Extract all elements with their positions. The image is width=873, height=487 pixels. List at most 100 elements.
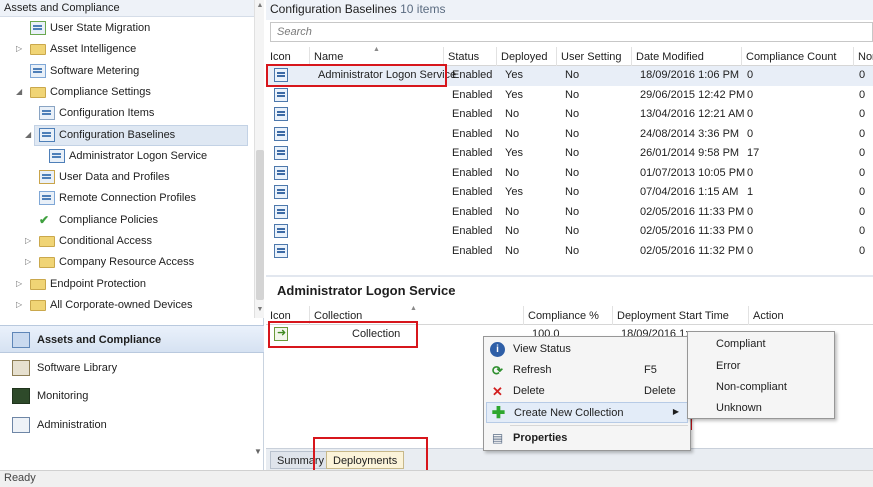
- table-row[interactable]: Enabled No No 02/05/2016 11:33 PM 0 0: [266, 222, 873, 242]
- cell-date: 07/04/2016 1:15 AM: [640, 186, 739, 198]
- table-row[interactable]: Enabled Yes No 07/04/2016 1:15 AM 1 0: [266, 183, 873, 203]
- menu-item-view-status[interactable]: i View Status: [486, 339, 688, 360]
- cell-deployed: No: [505, 244, 520, 257]
- folder-icon: [30, 278, 46, 290]
- refresh-shortcut: F5: [644, 364, 657, 376]
- details-column-action[interactable]: Action: [749, 306, 873, 325]
- cell-non: 0: [859, 225, 866, 237]
- nav-scrollbar[interactable]: ▲ ▼: [254, 0, 264, 318]
- cell-status: Enabled: [452, 186, 493, 198]
- cell-user-setting: No: [565, 225, 580, 237]
- table-row[interactable]: Enabled Yes No 29/06/2015 12:42 PM 0 0: [266, 86, 873, 106]
- table-row[interactable]: Enabled No No 24/08/2014 3:36 PM 0 0: [266, 125, 873, 145]
- tree-item[interactable]: ◢ Compliance Settings: [0, 82, 254, 103]
- menu-item-create-new-collection[interactable]: ✚ Create New Collection ▶: [486, 402, 688, 423]
- column-non-compliance[interactable]: Non: [854, 47, 873, 66]
- details-column-icon[interactable]: Icon: [266, 306, 310, 325]
- cell-name: Administrator Logon Service: [318, 69, 457, 81]
- workspace-monitoring[interactable]: Monitoring: [0, 382, 264, 410]
- expand-arrow-icon[interactable]: ▷: [16, 300, 23, 309]
- tree-item[interactable]: ▷ Conditional Access: [0, 231, 254, 252]
- cell-non: 0: [859, 147, 866, 159]
- cell-deployed: Yes: [505, 147, 523, 159]
- collapse-arrow-icon[interactable]: ◢: [25, 130, 32, 139]
- column-status[interactable]: Status: [444, 47, 497, 66]
- tree-item[interactable]: ✔ Compliance Policies: [0, 210, 254, 231]
- tree-item[interactable]: Remote Connection Profiles: [0, 188, 254, 209]
- scroll-down-icon[interactable]: ▼: [256, 306, 264, 313]
- table-row[interactable]: Enabled Yes No 26/01/2014 9:58 PM 17 0: [266, 144, 873, 164]
- submenu-item-non-compliant[interactable]: Non-compliant: [716, 381, 787, 393]
- deployment-collection: Collection: [352, 328, 401, 340]
- table-row[interactable]: Enabled No No 02/05/2016 11:32 PM 0 0: [266, 242, 873, 262]
- submenu-item-error[interactable]: Error: [716, 360, 740, 372]
- tree-item[interactable]: Administrator Logon Service: [0, 146, 254, 167]
- submenu-item-compliant[interactable]: Compliant: [716, 338, 766, 350]
- search-input[interactable]: [270, 22, 873, 42]
- menu-item-properties[interactable]: ▤ Properties: [486, 428, 688, 449]
- column-user-setting[interactable]: User Setting: [557, 47, 632, 66]
- tree-item-label: Asset Intelligence: [50, 43, 137, 56]
- cell-user-setting: No: [565, 244, 580, 257]
- baseline-icon: [274, 185, 288, 199]
- scroll-thumb[interactable]: [256, 150, 264, 300]
- baseline-icon: [274, 126, 288, 141]
- tree-item-label: Configuration Baselines: [59, 128, 176, 141]
- scroll-up-icon[interactable]: ▲: [256, 2, 264, 9]
- tab-summary[interactable]: Summary: [270, 451, 332, 469]
- menu-item-refresh[interactable]: ⟳ Refresh F5: [486, 360, 688, 381]
- cell-deployed: No: [505, 205, 520, 218]
- expand-arrow-icon[interactable]: ▷: [25, 258, 32, 266]
- column-date-modified[interactable]: Date Modified: [632, 47, 742, 66]
- administration-icon: [12, 416, 30, 433]
- tree-item[interactable]: User State Migration: [0, 18, 254, 39]
- workspace-assets-and-compliance[interactable]: Assets and Compliance: [0, 325, 264, 353]
- cell-status: Enabled: [452, 108, 493, 120]
- submenu-item-unknown[interactable]: Unknown: [716, 402, 762, 414]
- details-column-compliance[interactable]: Compliance %: [524, 306, 613, 325]
- workspace-administration[interactable]: Administration: [0, 411, 264, 439]
- table-row[interactable]: Enabled No No 02/05/2016 11:33 PM 0 0: [266, 203, 873, 223]
- tree-item[interactable]: ◢ Configuration Baselines: [0, 124, 254, 146]
- tab-deployments[interactable]: Deployments: [326, 451, 405, 469]
- workspace-label: Software Library: [37, 361, 118, 374]
- details-column-collection[interactable]: ▲ Collection: [310, 305, 524, 325]
- details-column-start-time[interactable]: Deployment Start Time: [613, 306, 749, 325]
- cell-user-setting: No: [565, 166, 580, 179]
- cell-deployed: No: [505, 127, 520, 140]
- collapse-arrow-icon[interactable]: ◢: [16, 87, 23, 96]
- tree-item[interactable]: ▷ All Corporate-owned Devices: [0, 295, 254, 316]
- expand-arrow-icon[interactable]: ▷: [25, 237, 32, 245]
- details-header: Icon ▲ Collection Compliance % Deploymen…: [266, 305, 873, 325]
- menu-item-delete[interactable]: ✕ Delete Delete: [486, 381, 688, 402]
- column-icon[interactable]: Icon: [266, 47, 310, 66]
- tree-item[interactable]: ▷ Asset Intelligence: [0, 39, 254, 60]
- cell-status: Enabled: [452, 127, 493, 140]
- table-row[interactable]: Enabled No No 13/04/2016 12:21 AM 0 0: [266, 105, 873, 125]
- tree-item[interactable]: User Data and Profiles: [0, 167, 254, 188]
- tree-item[interactable]: Configuration Items: [0, 103, 254, 124]
- tree-item-label: Compliance Policies: [59, 213, 159, 226]
- cell-compliance: 17: [747, 147, 760, 159]
- cell-date: 02/05/2016 11:32 PM: [640, 244, 745, 257]
- table-row[interactable]: Enabled No No 01/07/2013 10:05 PM 0 0: [266, 164, 873, 184]
- baseline-icon: [274, 224, 288, 238]
- column-deployed[interactable]: Deployed: [497, 47, 557, 66]
- workspace-overflow-icon[interactable]: ▼: [254, 447, 262, 456]
- tree-item[interactable]: ▷ Company Resource Access: [0, 252, 254, 273]
- cell-deployed: No: [505, 166, 520, 179]
- tree-item[interactable]: ▷ Endpoint Protection: [0, 274, 254, 295]
- add-icon: ✚: [491, 405, 506, 422]
- compliance-policy-icon: ✔: [39, 212, 50, 227]
- column-compliance-count[interactable]: Compliance Count: [742, 47, 854, 66]
- cell-non: 0: [859, 88, 866, 101]
- column-name[interactable]: ▲ Name: [310, 46, 444, 66]
- expand-arrow-icon[interactable]: ▷: [16, 45, 23, 53]
- workspace-software-library[interactable]: Software Library: [0, 354, 264, 382]
- cell-user-setting: No: [565, 147, 580, 159]
- table-row[interactable]: Administrator Logon Service Enabled Yes No 1…: [266, 66, 873, 86]
- tree-item[interactable]: Software Metering: [0, 61, 254, 82]
- expand-arrow-icon[interactable]: ▷: [16, 279, 23, 288]
- pane-splitter[interactable]: [266, 275, 873, 277]
- cell-user-setting: No: [565, 186, 580, 198]
